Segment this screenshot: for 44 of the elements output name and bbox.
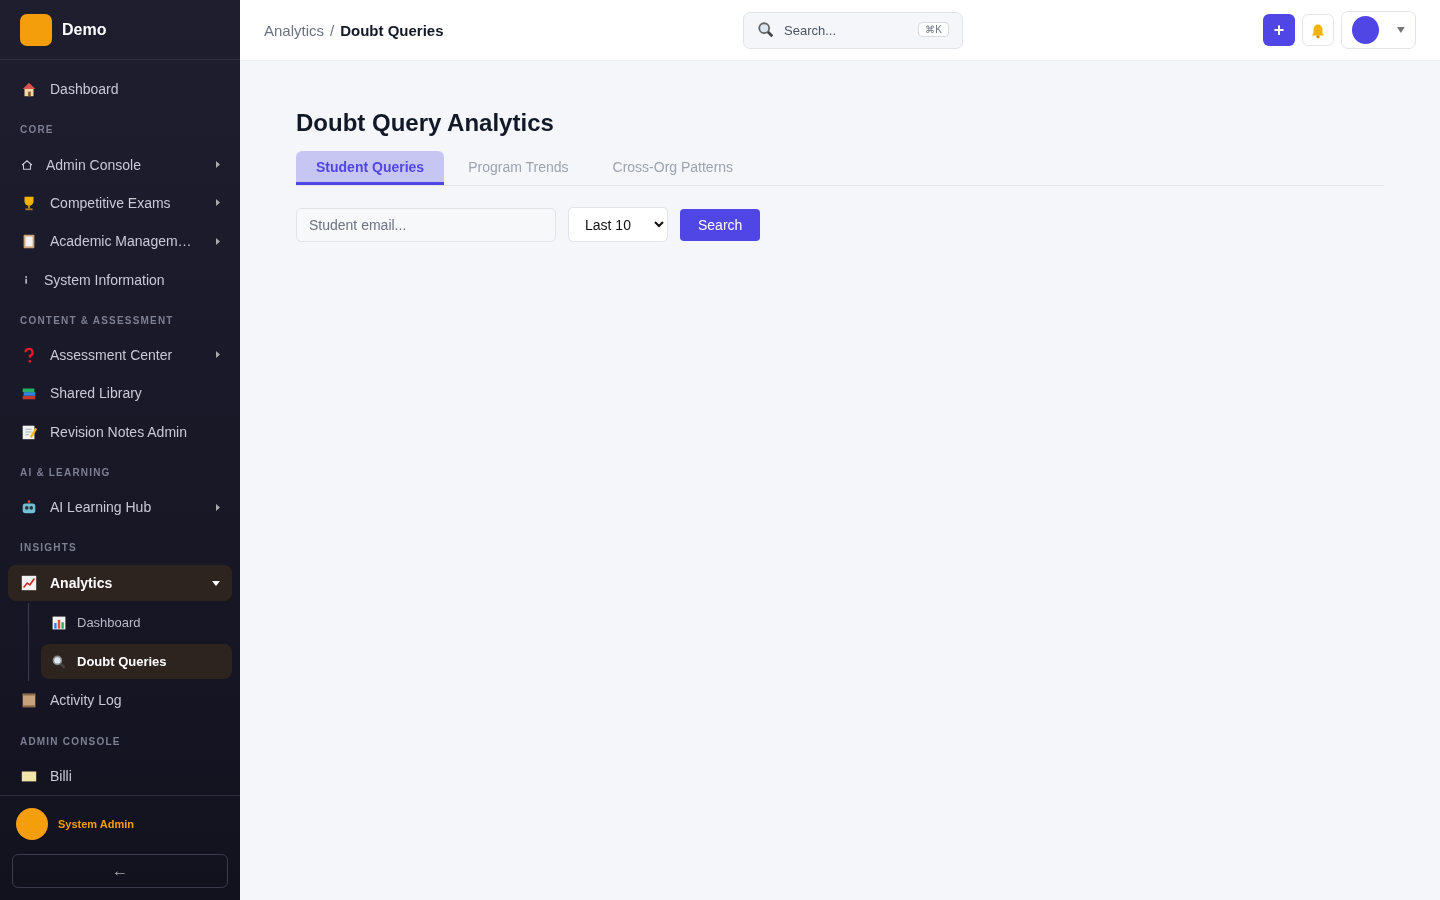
nav-item[interactable]: Analytics xyxy=(8,565,232,602)
brand-name: Demo xyxy=(62,20,107,39)
nav-item[interactable]: Academic Managem… xyxy=(8,224,232,259)
section-label: ADMIN CONSOLE xyxy=(19,734,122,749)
caret-icon xyxy=(1397,27,1405,33)
breadcrumb-item: Doubt Queries xyxy=(340,21,444,39)
section-label: CONTENT & ASSESSMENT xyxy=(19,313,175,328)
search-icon xyxy=(757,20,775,39)
user-name: System Admin xyxy=(58,818,134,830)
breadcrumb-separator: / xyxy=(330,21,335,39)
magnifier-icon xyxy=(51,653,67,670)
nav-item[interactable]: Admin Console xyxy=(8,147,232,182)
avatar-icon xyxy=(1352,16,1380,44)
breadcrumb-item[interactable]: Analytics xyxy=(264,21,325,39)
section-label: INSIGHTS xyxy=(19,541,78,556)
nav-subitem[interactable]: Doubt Queries xyxy=(41,644,232,680)
limit-select[interactable]: Last 10 xyxy=(568,207,668,242)
house-icon xyxy=(20,80,38,99)
chart-icon xyxy=(20,574,38,593)
tab[interactable]: Student Queries xyxy=(296,151,445,185)
email-field[interactable]: Student email... xyxy=(296,207,556,242)
nav-item[interactable]: System Information xyxy=(8,262,232,297)
nav-item[interactable]: Competitive Exams xyxy=(8,185,232,221)
nav-subitem[interactable]: Dashboard xyxy=(41,605,232,641)
nav-item[interactable]: Revision Notes Admin xyxy=(8,414,232,449)
caret-icon xyxy=(212,580,220,586)
logo-icon xyxy=(20,13,52,46)
search-button[interactable]: Search xyxy=(680,208,761,241)
nav-item[interactable]: Assessment Center xyxy=(8,337,232,373)
nav-item[interactable]: AI Learning Hub xyxy=(8,489,232,525)
section-label: AI & LEARNING xyxy=(19,465,112,480)
scroll-icon xyxy=(20,691,38,710)
bar-chart-icon xyxy=(51,614,67,631)
nav-item[interactable]: Dashboard xyxy=(8,72,232,107)
add-button[interactable]: + xyxy=(1263,14,1295,46)
nav-item[interactable]: Activity Log xyxy=(8,683,232,718)
nav-item[interactable]: Billi xyxy=(8,758,232,794)
user-avatar xyxy=(16,808,48,840)
page-title: Doubt Query Analytics xyxy=(296,109,555,137)
collapse-button[interactable]: ← xyxy=(12,854,228,888)
section-label: CORE xyxy=(19,123,55,138)
house-icon xyxy=(20,157,34,172)
user-menu-button[interactable] xyxy=(1341,11,1416,49)
nav-item[interactable]: Shared Library xyxy=(8,376,232,411)
